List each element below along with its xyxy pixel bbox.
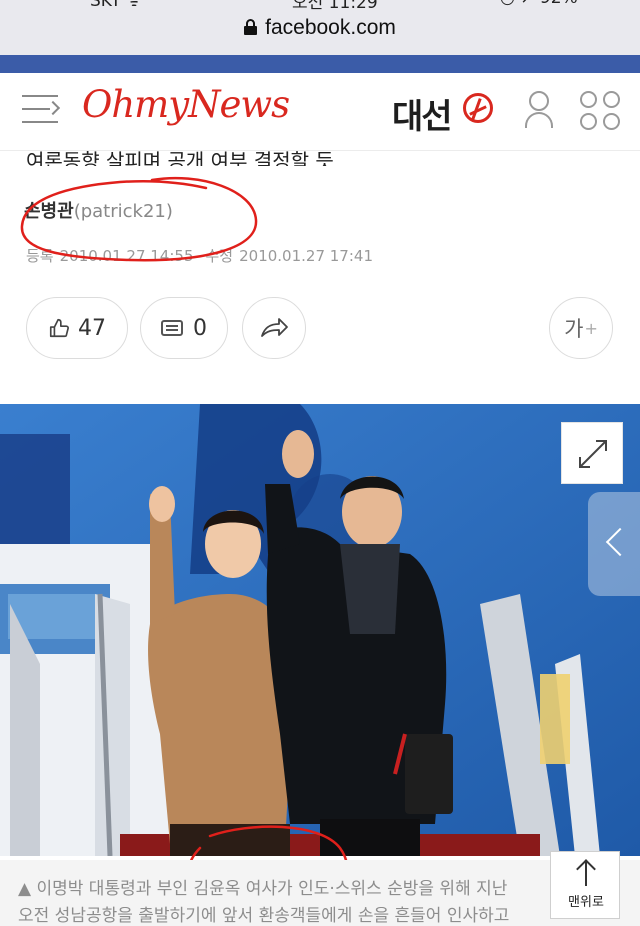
- author-name[interactable]: 손병관: [24, 201, 74, 222]
- share-button[interactable]: [242, 297, 306, 359]
- like-button[interactable]: 47: [26, 297, 128, 359]
- photo-caption: ▲ 이명박 대통령과 부인 김윤옥 여사가 인도·스위스 순방을 위해 지난 오…: [0, 860, 640, 926]
- user-icon[interactable]: [525, 91, 553, 129]
- url-text: facebook.com: [265, 16, 396, 39]
- font-size-label: 가: [564, 317, 584, 341]
- author-line[interactable]: 손병관(patrick21): [24, 197, 173, 223]
- registered-label: 등록: [26, 247, 54, 265]
- article-subtitle: 여론동향 살피며 공개 여부 결정할 듯: [26, 149, 334, 166]
- font-size-button[interactable]: 가 +: [549, 297, 613, 359]
- comment-count: 0: [193, 315, 207, 341]
- article-dates: 등록 2010.01.27 14:55 수정 2010.01.27 17:41: [26, 245, 373, 266]
- caption-line-2: 오전 성남공항을 출발하기에 앞서 환송객들에게 손을 흔들어 인사하고: [18, 906, 510, 926]
- like-count: 47: [78, 315, 106, 341]
- browser-chrome: SKT ᯤ 오전 11:29 ◔ ↗ 92% facebook.com: [0, 0, 640, 55]
- scroll-top-button[interactable]: 맨위로: [550, 851, 620, 919]
- menu-icon[interactable]: [22, 93, 58, 125]
- lock-icon: [244, 19, 258, 35]
- apps-grid-icon[interactable]: [580, 91, 622, 131]
- caption-line-1: ▲ 이명박 대통령과 부인 김윤옥 여사가 인도·스위스 순방을 위해 지난: [18, 879, 508, 899]
- facebook-toolbar: [0, 55, 640, 73]
- expand-arrows-icon: [579, 440, 607, 468]
- ohmynews-logo[interactable]: OhmyNews: [82, 83, 290, 126]
- comment-icon: [161, 320, 183, 336]
- election-mark-icon[interactable]: [463, 93, 493, 123]
- modified-date: 2010.01.27 17:41: [239, 247, 373, 265]
- previous-photo-tab[interactable]: [588, 492, 640, 596]
- arrow-up-icon: [585, 862, 587, 886]
- thumbs-up-icon: [49, 318, 69, 338]
- expand-photo-button[interactable]: [561, 422, 623, 484]
- address-bar[interactable]: facebook.com: [0, 16, 640, 40]
- modified-label: 수정: [205, 247, 234, 265]
- registered-date: 2010.01.27 14:55: [59, 247, 194, 265]
- site-header: OhmyNews 대선: [0, 73, 640, 151]
- comment-button[interactable]: 0: [140, 297, 228, 359]
- clock: 오전 11:29: [292, 0, 378, 13]
- scroll-top-label: 맨위로: [568, 895, 604, 910]
- author-id[interactable]: (patrick21): [74, 201, 173, 222]
- article-photo[interactable]: [0, 404, 640, 856]
- battery-status: ◔ ↗ 92%: [500, 0, 578, 8]
- share-arrow-icon: [261, 318, 288, 337]
- font-size-plus: +: [584, 318, 598, 338]
- photo-image: [0, 404, 640, 856]
- carrier-label: SKT ᯤ: [90, 0, 142, 11]
- election-link[interactable]: 대선: [392, 89, 453, 138]
- status-bar: SKT ᯤ 오전 11:29 ◔ ↗ 92%: [0, 0, 640, 13]
